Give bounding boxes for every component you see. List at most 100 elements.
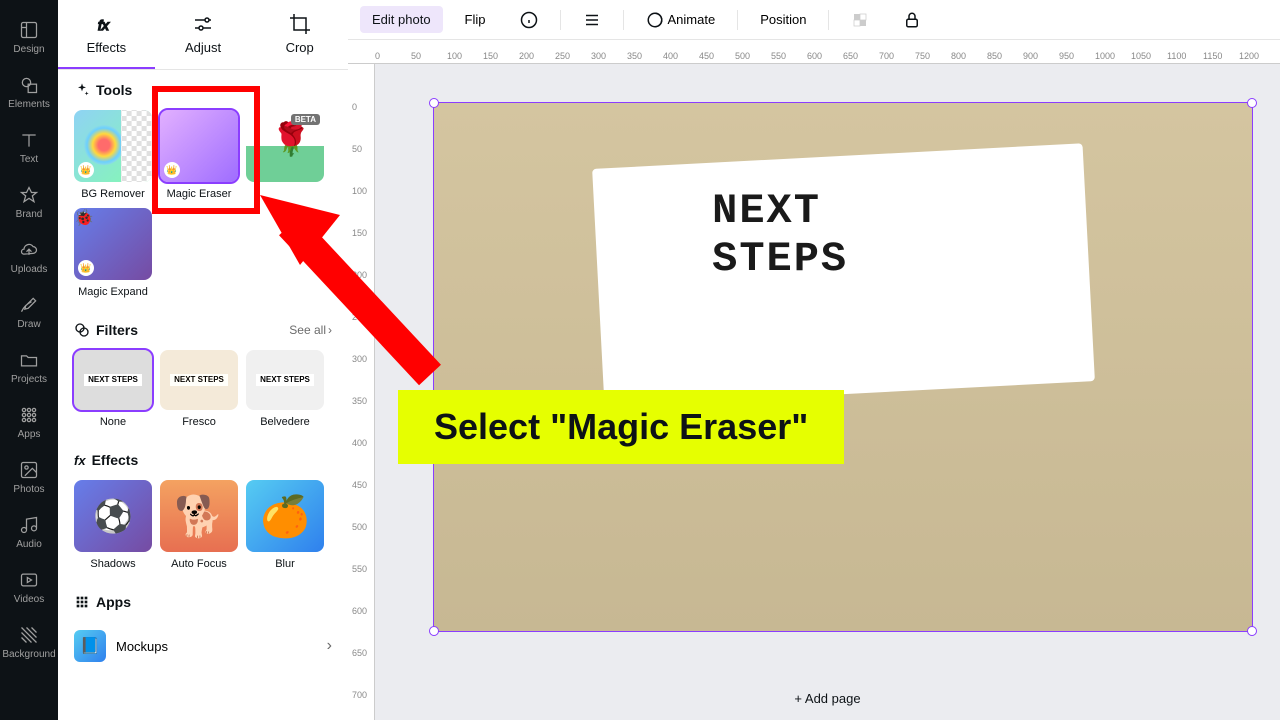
info-button[interactable] xyxy=(508,5,550,35)
effect-auto-focus[interactable]: 🐕 Auto Focus xyxy=(160,480,238,570)
tool-label: Magic Expand xyxy=(78,286,148,298)
sliders-icon xyxy=(191,12,215,36)
sidebar-label: Apps xyxy=(18,429,41,440)
sidebar-label: Photos xyxy=(13,484,44,495)
filters-title: Filters xyxy=(74,322,138,338)
separator xyxy=(560,10,561,30)
notepad-text: NEXT STEPS xyxy=(712,187,848,283)
main-sidebar: Design Elements Text Brand Uploads Draw … xyxy=(0,0,58,720)
sidebar-item-uploads[interactable]: Uploads xyxy=(0,230,58,285)
sidebar-label: Draw xyxy=(17,319,40,330)
filter-thumb: NEXT STEPS xyxy=(74,350,152,410)
effects-title: fx Effects xyxy=(74,452,138,468)
shapes-icon xyxy=(19,75,39,95)
tab-effects[interactable]: fx Effects xyxy=(58,0,155,69)
resize-handle-tr[interactable] xyxy=(1247,98,1257,108)
video-icon xyxy=(19,570,39,590)
effect-shadows[interactable]: ⚽ Shadows xyxy=(74,480,152,570)
sidebar-item-text[interactable]: Text xyxy=(0,120,58,175)
filter-thumb: NEXT STEPS xyxy=(160,350,238,410)
transparency-button[interactable] xyxy=(839,5,881,35)
sidebar-label: Audio xyxy=(16,539,42,550)
info-icon xyxy=(520,11,538,29)
grid-icon xyxy=(19,405,39,425)
tab-label: Crop xyxy=(286,40,314,55)
filter-label: None xyxy=(100,416,126,428)
fx-icon: fx xyxy=(94,12,118,36)
sidebar-label: Text xyxy=(20,154,38,165)
flip-button[interactable]: Flip xyxy=(453,6,498,33)
chevron-right-icon: › xyxy=(327,637,332,655)
resize-handle-tl[interactable] xyxy=(429,98,439,108)
crown-badge-icon: 👑 xyxy=(78,162,94,178)
sidebar-label: Videos xyxy=(14,594,44,605)
sidebar-label: Design xyxy=(13,44,44,55)
sidebar-item-background[interactable]: Background xyxy=(0,615,58,670)
separator xyxy=(737,10,738,30)
filter-label: Belvedere xyxy=(260,416,310,428)
filter-none[interactable]: NEXT STEPS None xyxy=(74,350,152,428)
sidebar-label: Brand xyxy=(16,209,43,220)
separator xyxy=(623,10,624,30)
resize-handle-bl[interactable] xyxy=(429,626,439,636)
filter-fresco[interactable]: NEXT STEPS Fresco xyxy=(160,350,238,428)
sidebar-item-videos[interactable]: Videos xyxy=(0,560,58,615)
effect-blur[interactable]: 🍊 Blur xyxy=(246,480,324,570)
effects-section: fx Effects ⚽ Shadows 🐕 Auto Focus 🍊 Blur xyxy=(58,440,348,582)
effect-label: Blur xyxy=(275,558,295,570)
app-mockups[interactable]: 📘 Mockups › xyxy=(74,622,332,670)
sidebar-item-brand[interactable]: Brand xyxy=(0,175,58,230)
effect-label: Auto Focus xyxy=(171,558,227,570)
sparkle-icon xyxy=(74,82,90,98)
tab-label: Effects xyxy=(87,40,127,55)
svg-text:fx: fx xyxy=(98,17,110,33)
resize-handle-br[interactable] xyxy=(1247,626,1257,636)
folder-icon xyxy=(19,350,39,370)
sidebar-item-projects[interactable]: Projects xyxy=(0,340,58,395)
apps-title: Apps xyxy=(74,594,131,610)
list-icon xyxy=(583,11,601,29)
filter-label: Fresco xyxy=(182,416,216,428)
sidebar-label: Uploads xyxy=(11,264,48,275)
lock-button[interactable] xyxy=(891,5,933,35)
edit-photo-button[interactable]: Edit photo xyxy=(360,6,443,33)
app-label: Mockups xyxy=(116,639,317,654)
sidebar-item-photos[interactable]: Photos xyxy=(0,450,58,505)
selected-image[interactable]: NEXT STEPS xyxy=(433,102,1253,632)
crown-badge-icon: 👑 xyxy=(78,260,94,276)
beta-badge: BETA xyxy=(291,114,320,125)
panel-tabs: fx Effects Adjust Crop xyxy=(58,0,348,70)
sidebar-item-audio[interactable]: Audio xyxy=(0,505,58,560)
annotation-highlight-box xyxy=(152,86,260,214)
tool-magic-expand[interactable]: 🐞👑 Magic Expand xyxy=(74,208,152,298)
sidebar-label: Background xyxy=(2,649,55,660)
sidebar-item-elements[interactable]: Elements xyxy=(0,65,58,120)
annotation-arrow-icon xyxy=(250,175,470,405)
sidebar-item-draw[interactable]: Draw xyxy=(0,285,58,340)
lock-icon xyxy=(903,11,921,29)
tool-bg-remover[interactable]: 👑 BG Remover xyxy=(74,110,152,200)
sidebar-label: Elements xyxy=(8,99,50,110)
music-icon xyxy=(19,515,39,535)
sidebar-item-design[interactable]: Design xyxy=(0,10,58,65)
canvas-toolbar: Edit photo Flip Animate Position xyxy=(348,0,1280,40)
list-button[interactable] xyxy=(571,5,613,35)
cloud-icon xyxy=(19,240,39,260)
annotation-callout: Select "Magic Eraser" xyxy=(398,390,844,464)
tab-label: Adjust xyxy=(185,40,221,55)
tools-title: Tools xyxy=(74,82,132,98)
animate-button[interactable]: Animate xyxy=(634,5,728,35)
add-page-button[interactable]: + Add page xyxy=(794,691,860,706)
tab-adjust[interactable]: Adjust xyxy=(155,0,252,69)
position-button[interactable]: Position xyxy=(748,6,818,33)
pencil-icon xyxy=(19,295,39,315)
shadows-thumb: ⚽ xyxy=(74,480,152,552)
separator xyxy=(828,10,829,30)
tool-label: BG Remover xyxy=(81,188,145,200)
sidebar-item-apps[interactable]: Apps xyxy=(0,395,58,450)
mockups-icon: 📘 xyxy=(74,630,106,662)
autofocus-thumb: 🐕 xyxy=(160,480,238,552)
tab-crop[interactable]: Crop xyxy=(251,0,348,69)
horizontal-ruler: 0501001502002503003504004505005506006507… xyxy=(348,40,1280,64)
filter-icon xyxy=(74,322,90,338)
